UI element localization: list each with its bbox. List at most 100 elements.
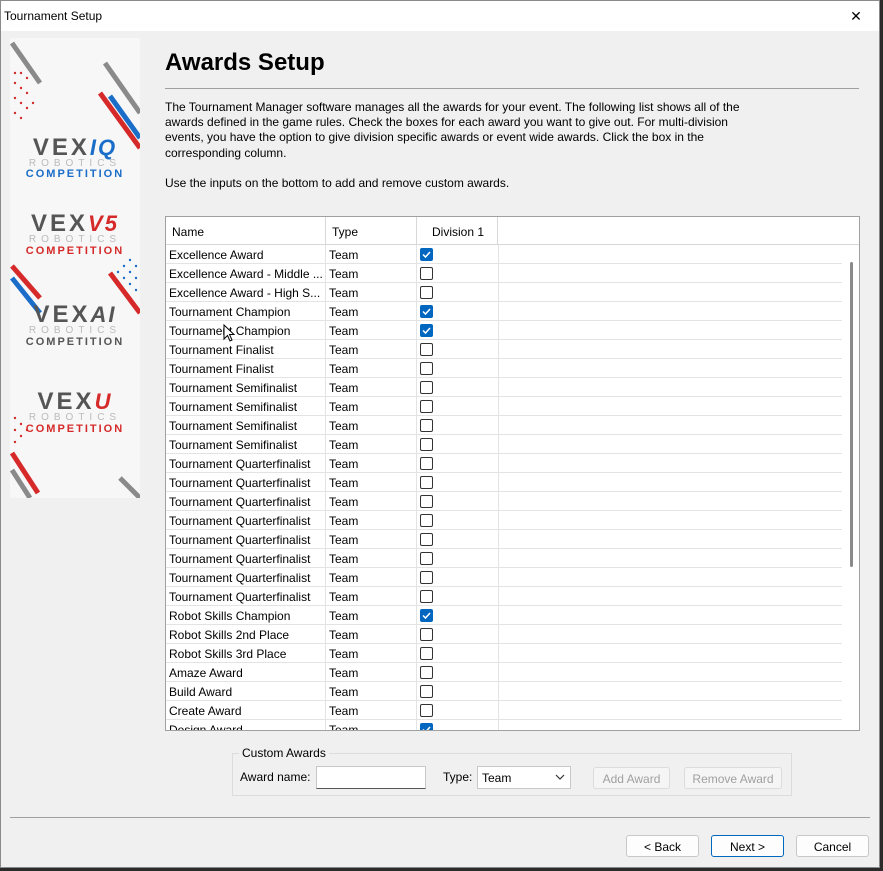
division-1-checkbox[interactable]	[420, 286, 433, 299]
table-row[interactable]: Tournament Semifinalist Team	[166, 397, 843, 416]
award-name-cell: Tournament Quarterfinalist	[169, 552, 311, 566]
table-row[interactable]: Robot Skills 3rd Place Team	[166, 644, 843, 663]
vex-u-robotics: ROBOTICS	[28, 412, 122, 423]
division-1-checkbox[interactable]	[420, 552, 433, 565]
division-1-checkbox[interactable]	[420, 685, 433, 698]
vex-u-competition: COMPETITION	[25, 423, 125, 435]
table-row[interactable]: Tournament Semifinalist Team	[166, 416, 843, 435]
close-button[interactable]: ✕	[833, 1, 879, 31]
column-line	[498, 245, 499, 730]
table-row[interactable]: Tournament Semifinalist Team	[166, 378, 843, 397]
grid-scrollbar[interactable]	[842, 245, 859, 730]
award-name-cell: Robot Skills Champion	[169, 609, 291, 623]
table-row[interactable]: Tournament Finalist Team	[166, 340, 843, 359]
type-select-value: Team	[482, 771, 512, 785]
award-type-cell: Team	[329, 248, 359, 262]
scrollbar-thumb[interactable]	[850, 262, 853, 567]
division-1-checkbox[interactable]	[420, 267, 433, 280]
table-row[interactable]: Tournament Quarterfinalist Team	[166, 492, 843, 511]
division-1-checkbox[interactable]	[420, 438, 433, 451]
table-row[interactable]: Tournament Quarterfinalist Team	[166, 587, 843, 606]
division-1-cell	[420, 324, 433, 337]
division-1-checkbox[interactable]	[420, 666, 433, 679]
division-1-cell	[420, 723, 433, 730]
table-row[interactable]: Tournament Champion Team	[166, 302, 843, 321]
award-type-cell: Team	[329, 723, 359, 731]
division-1-cell	[420, 381, 433, 394]
table-row[interactable]: Design Award Team	[166, 720, 843, 731]
cancel-button[interactable]: Cancel	[796, 835, 869, 857]
table-row[interactable]: Tournament Champion Team	[166, 321, 843, 340]
division-1-checkbox[interactable]	[420, 381, 433, 394]
back-button[interactable]: < Back	[626, 835, 699, 857]
award-name-cell: Tournament Semifinalist	[169, 438, 298, 452]
award-name-cell: Design Award	[169, 723, 243, 731]
division-1-checkbox[interactable]	[420, 514, 433, 527]
division-1-checkbox[interactable]	[420, 476, 433, 489]
division-1-checkbox[interactable]	[420, 457, 433, 470]
table-row[interactable]: Tournament Semifinalist Team	[166, 435, 843, 454]
award-name-cell: Build Award	[169, 685, 233, 699]
award-type-cell: Team	[329, 552, 359, 566]
division-1-checkbox[interactable]	[420, 248, 433, 261]
column-header-type[interactable]: Type	[332, 217, 358, 245]
remove-award-button[interactable]: Remove Award	[684, 767, 782, 789]
award-name-cell: Tournament Finalist	[169, 362, 274, 376]
division-1-cell	[420, 704, 433, 717]
division-1-cell	[420, 343, 433, 356]
close-icon: ✕	[850, 7, 862, 24]
award-name-input[interactable]	[316, 766, 426, 789]
division-1-checkbox[interactable]	[420, 400, 433, 413]
division-1-checkbox[interactable]	[420, 343, 433, 356]
awards-grid[interactable]: Name Type Division 1 Excellence Award Tea…	[165, 216, 860, 731]
division-1-checkbox[interactable]	[420, 571, 433, 584]
division-1-checkbox[interactable]	[420, 419, 433, 432]
division-1-checkbox[interactable]	[420, 590, 433, 603]
award-name-cell: Tournament Quarterfinalist	[169, 495, 311, 509]
award-type-cell: Team	[329, 305, 359, 319]
table-row[interactable]: Tournament Quarterfinalist Team	[166, 473, 843, 492]
division-1-checkbox[interactable]	[420, 704, 433, 717]
type-select[interactable]: Team	[477, 766, 571, 789]
division-1-checkbox[interactable]	[420, 495, 433, 508]
table-row[interactable]: Excellence Award - Middle ... Team	[166, 264, 843, 283]
table-row[interactable]: Amaze Award Team	[166, 663, 843, 682]
tournament-setup-window: Tournament Setup ✕ VEXIQ ROBOTICS COMPET…	[0, 0, 880, 868]
table-row[interactable]: Excellence Award - High S... Team	[166, 283, 843, 302]
division-1-checkbox[interactable]	[420, 609, 433, 622]
division-1-checkbox[interactable]	[420, 647, 433, 660]
division-1-checkbox[interactable]	[420, 628, 433, 641]
division-1-checkbox[interactable]	[420, 305, 433, 318]
add-award-button[interactable]: Add Award	[593, 767, 670, 789]
division-1-cell	[420, 476, 433, 489]
table-row[interactable]: Build Award Team	[166, 682, 843, 701]
table-row[interactable]: Robot Skills Champion Team	[166, 606, 843, 625]
column-header-division-1[interactable]: Division 1	[432, 217, 484, 245]
table-row[interactable]: Tournament Finalist Team	[166, 359, 843, 378]
table-row[interactable]: Tournament Quarterfinalist Team	[166, 549, 843, 568]
table-row[interactable]: Tournament Quarterfinalist Team	[166, 530, 843, 549]
table-row[interactable]: Tournament Quarterfinalist Team	[166, 454, 843, 473]
checkmark-icon	[422, 308, 431, 316]
division-1-checkbox[interactable]	[420, 362, 433, 375]
footer-divider	[10, 817, 870, 818]
award-name-cell: Tournament Champion	[169, 305, 291, 319]
table-row[interactable]: Tournament Quarterfinalist Team	[166, 568, 843, 587]
table-row[interactable]: Create Award Team	[166, 701, 843, 720]
award-name-cell: Amaze Award	[169, 666, 243, 680]
column-header-name[interactable]: Name	[172, 217, 204, 245]
award-type-cell: Team	[329, 438, 359, 452]
division-1-checkbox[interactable]	[420, 723, 433, 730]
division-1-cell	[420, 438, 433, 451]
table-row[interactable]: Tournament Quarterfinalist Team	[166, 511, 843, 530]
table-row[interactable]: Excellence Award Team	[166, 245, 843, 264]
award-type-cell: Team	[329, 533, 359, 547]
award-type-cell: Team	[329, 495, 359, 509]
division-1-checkbox[interactable]	[420, 533, 433, 546]
next-button[interactable]: Next >	[711, 835, 784, 857]
table-row[interactable]: Robot Skills 2nd Place Team	[166, 625, 843, 644]
award-name-label: Award name:	[240, 770, 311, 784]
division-1-cell	[420, 400, 433, 413]
award-name-cell: Create Award	[169, 704, 242, 718]
division-1-checkbox[interactable]	[420, 324, 433, 337]
